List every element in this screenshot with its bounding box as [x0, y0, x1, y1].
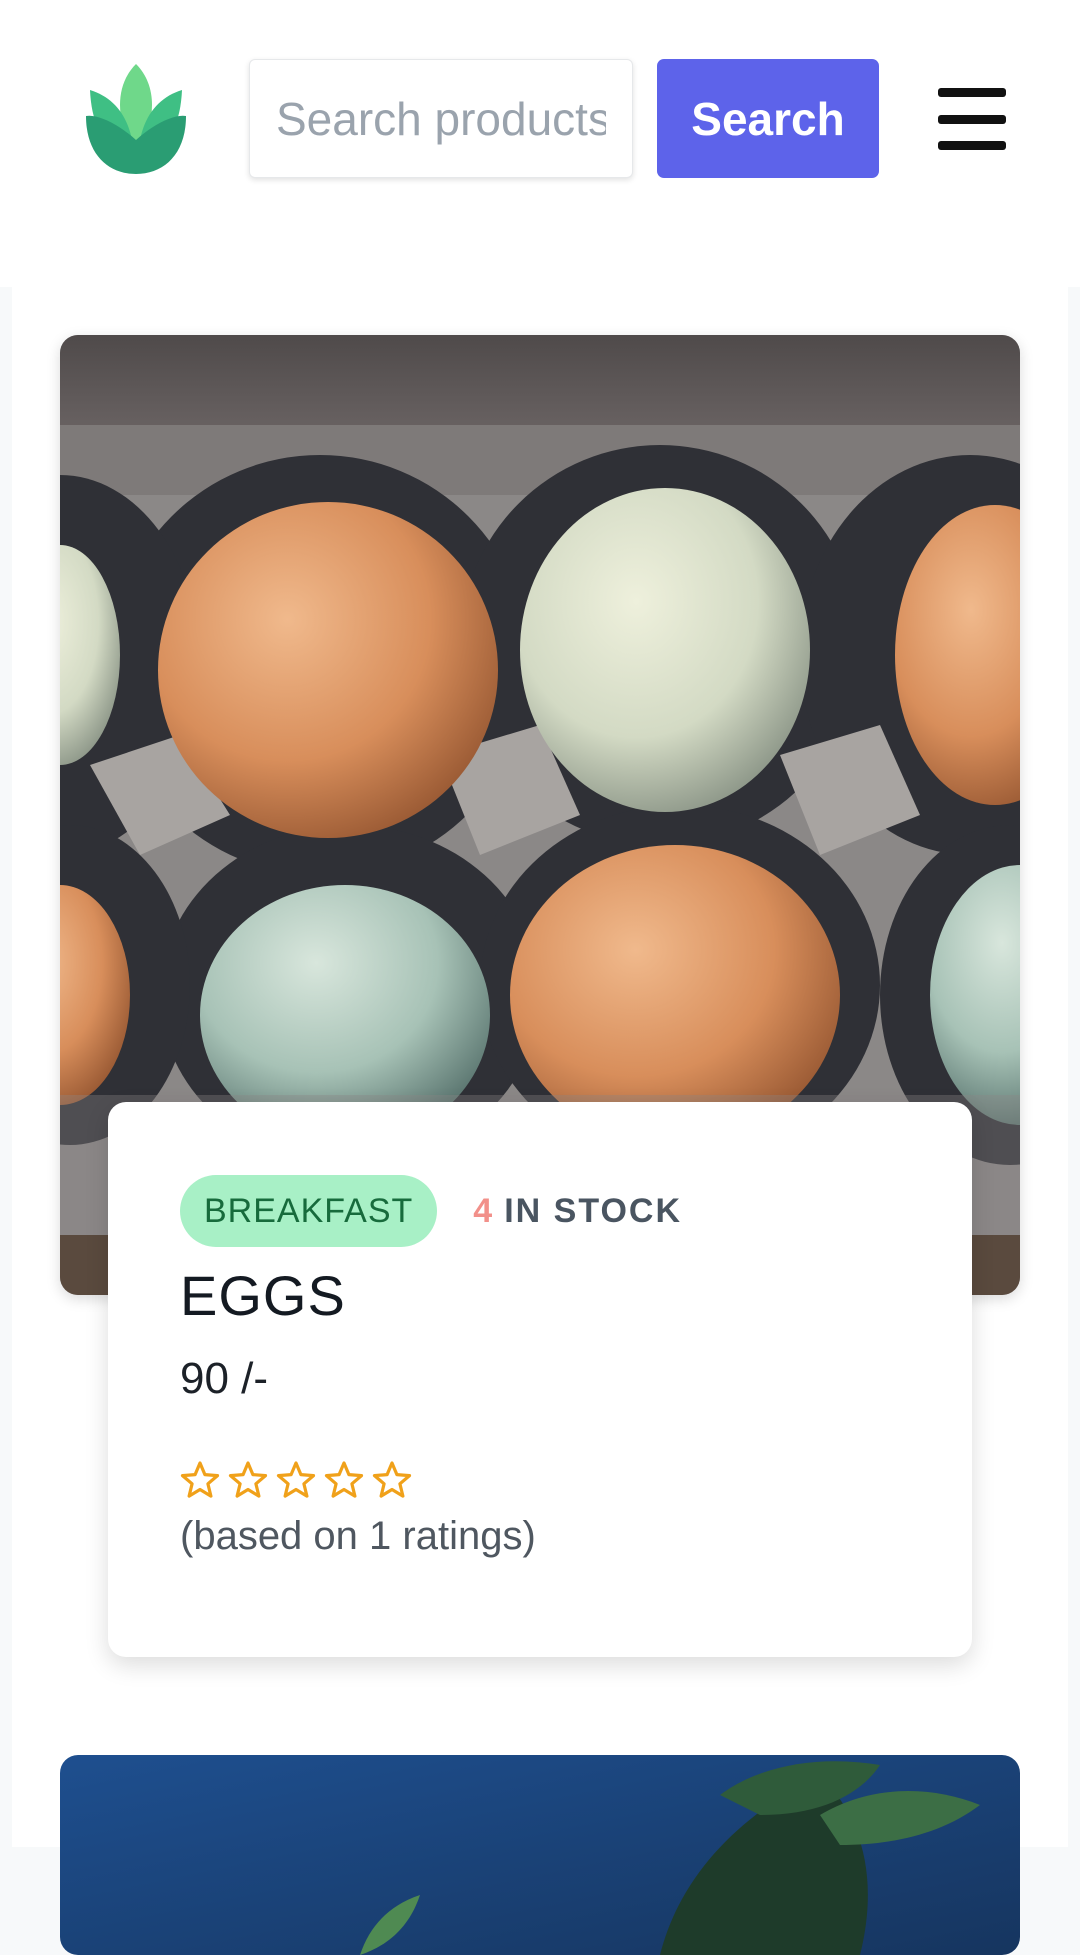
menu-line	[938, 141, 1006, 150]
product-photo	[60, 1755, 1020, 1955]
product-meta: BREAKFAST 4 IN STOCK	[180, 1175, 972, 1247]
star-icon	[228, 1461, 268, 1498]
hamburger-menu-icon[interactable]	[938, 88, 1006, 150]
leaf-logo-icon[interactable]	[86, 64, 186, 174]
star-icon	[324, 1461, 364, 1498]
menu-line	[938, 114, 1006, 124]
search-input[interactable]	[249, 59, 633, 178]
product-info-card[interactable]: BREAKFAST 4 IN STOCK EGGS 90 /- (based on…	[108, 1102, 972, 1657]
product-name[interactable]: EGGS	[180, 1263, 972, 1328]
stock-indicator: 4 IN STOCK	[473, 1192, 682, 1231]
star-icon	[276, 1461, 316, 1498]
menu-line	[938, 88, 1006, 97]
search-button[interactable]: Search	[657, 59, 879, 178]
star-icon	[372, 1461, 412, 1498]
stock-count: 4	[473, 1191, 495, 1230]
app-header: Search	[0, 0, 1080, 287]
star-icon	[180, 1461, 220, 1498]
rating-count-text: (based on 1 ratings)	[180, 1514, 536, 1558]
product-image[interactable]	[60, 1755, 1020, 1955]
rating-stars	[180, 1460, 972, 1500]
category-badge[interactable]: BREAKFAST	[180, 1175, 438, 1247]
product-price: 90 /-	[180, 1354, 269, 1403]
stock-label: IN STOCK	[504, 1191, 683, 1230]
